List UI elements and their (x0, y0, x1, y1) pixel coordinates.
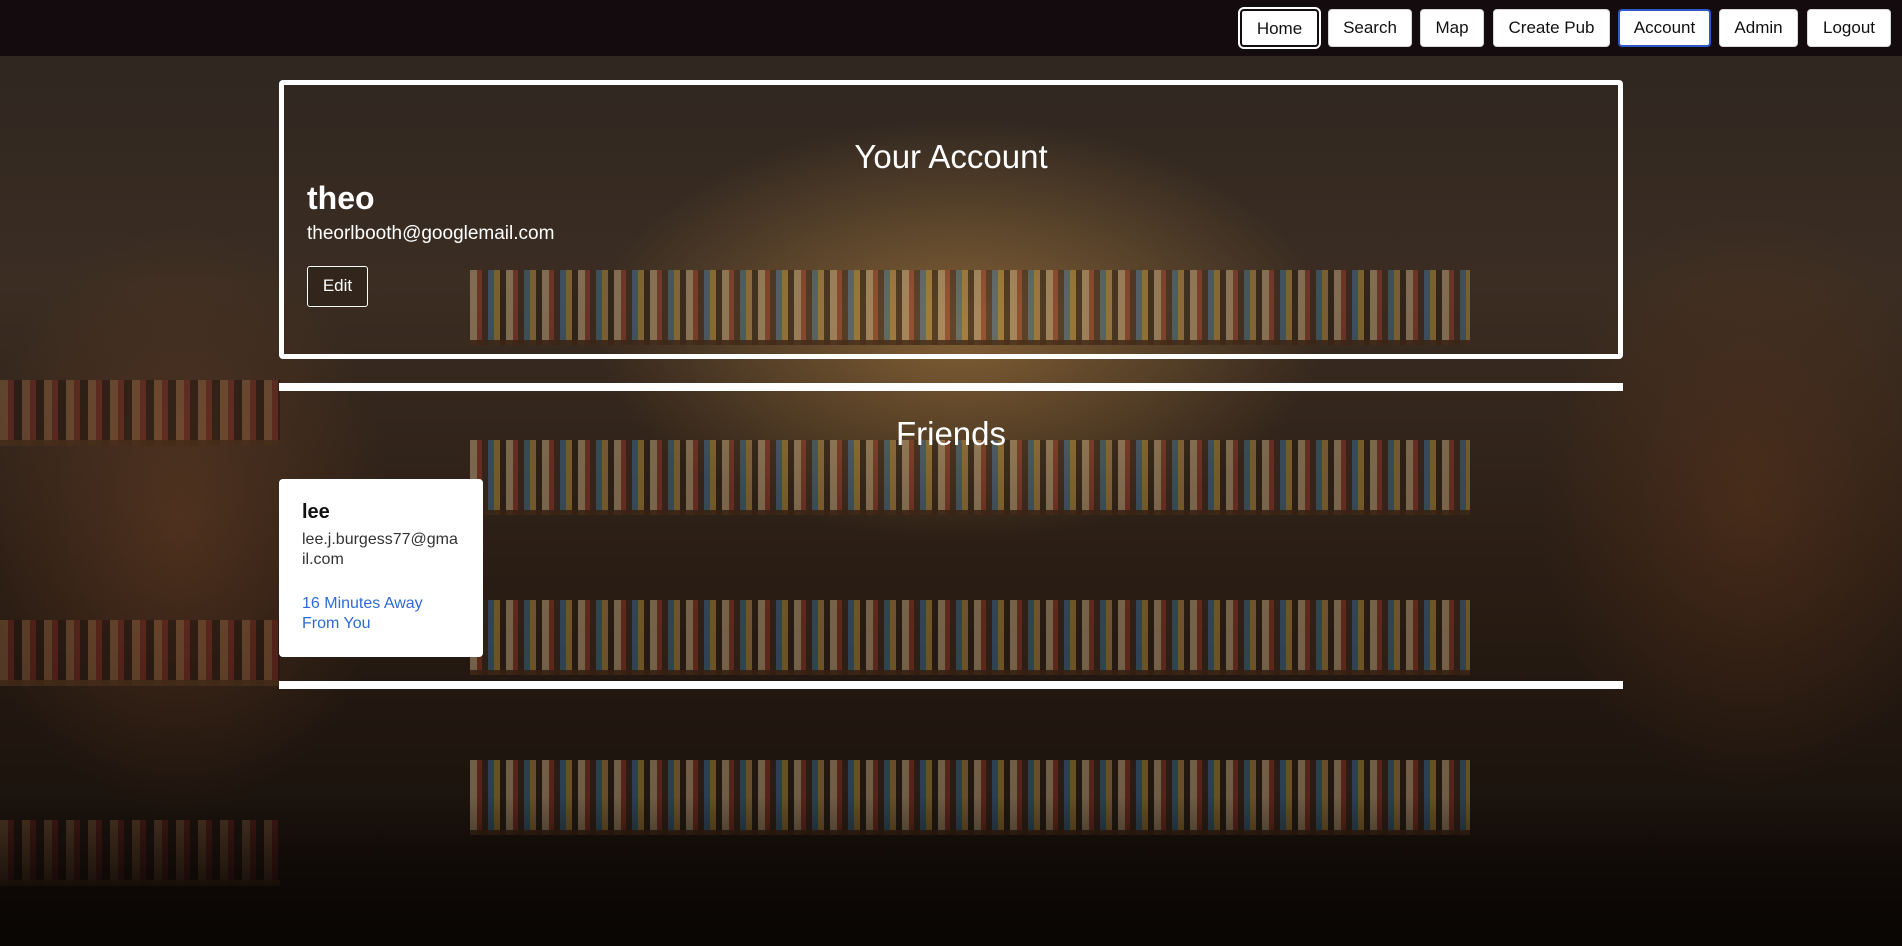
crowd-shadow (0, 796, 1902, 946)
nav-search-button[interactable]: Search (1328, 9, 1412, 47)
nav-logout-button[interactable]: Logout (1807, 9, 1891, 47)
nav-home-button[interactable]: Home (1238, 7, 1321, 49)
nav-account-button[interactable]: Account (1618, 9, 1711, 47)
nav-map-button[interactable]: Map (1420, 9, 1484, 47)
nav-create-pub-button[interactable]: Create Pub (1493, 9, 1610, 47)
friend-card[interactable]: lee lee.j.burgess77@gmail.com 16 Minutes… (279, 479, 483, 657)
nav-admin-button[interactable]: Admin (1719, 9, 1798, 47)
friend-distance-link[interactable]: 16 Minutes Away From You (302, 594, 460, 634)
account-username: theo (307, 180, 375, 216)
bar-shelf (0, 620, 280, 686)
bar-shelf (0, 380, 280, 446)
edit-account-button[interactable]: Edit (307, 266, 368, 307)
bar-shelf (470, 600, 1470, 675)
account-title: Your Account (854, 138, 1048, 175)
account-email: theorlbooth@googlemail.com (307, 223, 555, 244)
section-divider (279, 681, 1623, 689)
friends-title: Friends (895, 415, 1007, 452)
friend-name: lee (302, 501, 330, 523)
top-navbar: Home Search Map Create Pub Account Admin… (0, 0, 1902, 56)
friend-email: lee.j.burgess77@gmail.com (302, 531, 458, 568)
account-panel: Your Account theo theorlbooth@googlemail… (279, 80, 1623, 359)
section-divider (279, 383, 1623, 391)
